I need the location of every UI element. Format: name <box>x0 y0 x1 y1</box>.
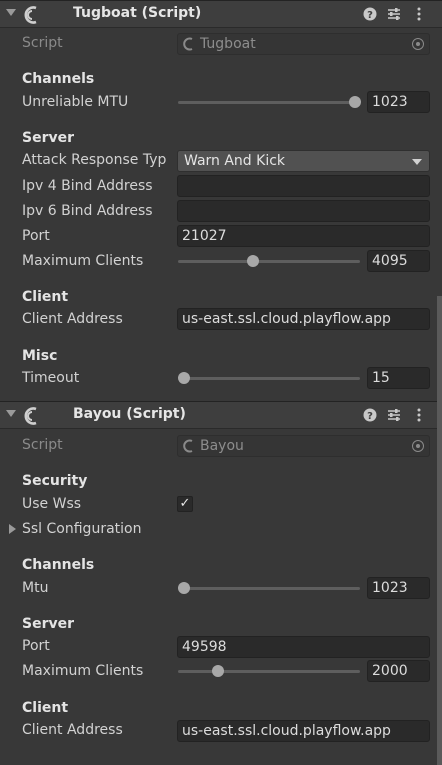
client-address-label: Client Address <box>22 722 123 738</box>
help-icon[interactable]: ? <box>362 407 378 423</box>
maximum-clients-slider-track[interactable] <box>178 670 360 673</box>
client-address-input[interactable]: us-east.ssl.cloud.playflow.app <box>177 308 430 330</box>
maximum-clients-slider-thumb[interactable] <box>247 255 259 267</box>
presets-icon[interactable] <box>386 6 402 22</box>
section-heading-client: Client <box>22 289 69 305</box>
use-wss-label: Use Wss <box>22 496 82 512</box>
ipv4-bind-address-label: Ipv 4 Bind Address <box>22 178 153 194</box>
timeout-label: Timeout <box>22 370 80 386</box>
mtu-slider-track[interactable] <box>178 587 360 590</box>
ssl-configuration-foldout[interactable]: Ssl Configuration <box>22 521 141 537</box>
maximum-clients-label: Maximum Clients <box>22 253 144 269</box>
inspector-scrollbar[interactable] <box>437 296 442 765</box>
component-header-tugboat[interactable]: Tugboat (Script) ? <box>0 0 442 28</box>
svg-text:?: ? <box>367 411 373 422</box>
unreliable-mtu-input[interactable]: 1023 <box>367 91 430 113</box>
script-object-field[interactable]: Tugboat <box>177 33 430 55</box>
attack-response-label: Attack Response Typ <box>22 152 167 168</box>
help-icon[interactable]: ? <box>362 6 378 22</box>
section-heading-server: Server <box>22 130 75 146</box>
use-wss-checkbox[interactable]: ✓ <box>177 496 193 512</box>
section-heading-channels: Channels <box>22 71 95 87</box>
ipv6-bind-address-input[interactable] <box>177 200 430 222</box>
unreliable-mtu-slider-thumb[interactable] <box>349 96 361 108</box>
section-heading-security: Security <box>22 473 88 489</box>
section-heading-misc: Misc <box>22 348 58 364</box>
mtu-input[interactable]: 1023 <box>367 577 430 599</box>
client-address-input[interactable]: us-east.ssl.cloud.playflow.app <box>177 720 430 742</box>
maximum-clients-input[interactable]: 2000 <box>367 660 430 682</box>
timeout-input[interactable]: 15 <box>367 367 430 389</box>
port-input[interactable]: 21027 <box>177 225 430 247</box>
object-picker-icon[interactable] <box>412 38 424 50</box>
script-icon <box>183 37 193 51</box>
script-label: Script <box>22 437 63 453</box>
component-title: Bayou (Script) <box>73 406 186 422</box>
script-icon <box>183 439 193 453</box>
port-label: Port <box>22 638 50 654</box>
port-input[interactable]: 49598 <box>177 636 430 658</box>
foldout-arrow-icon[interactable] <box>6 410 16 417</box>
unreliable-mtu-slider-track[interactable] <box>178 101 356 104</box>
kebab-menu-icon[interactable] <box>411 6 427 22</box>
checkmark-icon: ✓ <box>179 496 191 511</box>
foldout-arrow-icon[interactable] <box>9 524 16 534</box>
maximum-clients-input[interactable]: 4095 <box>367 250 430 272</box>
script-object-field[interactable]: Bayou <box>177 435 430 457</box>
maximum-clients-label: Maximum Clients <box>22 663 144 679</box>
component-logo-icon <box>24 6 37 24</box>
component-header-bayou[interactable]: Bayou (Script) ? <box>0 401 442 429</box>
attack-response-dropdown[interactable]: Warn And Kick <box>177 150 430 172</box>
port-label: Port <box>22 228 50 244</box>
component-title: Tugboat (Script) <box>73 5 202 21</box>
timeout-slider-thumb[interactable] <box>178 372 190 384</box>
component-logo-icon <box>24 407 37 425</box>
timeout-slider-track[interactable] <box>178 377 360 380</box>
unreliable-mtu-label: Unreliable MTU <box>22 94 129 110</box>
kebab-menu-icon[interactable] <box>411 407 427 423</box>
chevron-down-icon <box>412 159 422 165</box>
script-label: Script <box>22 35 63 51</box>
ipv6-bind-address-label: Ipv 6 Bind Address <box>22 203 153 219</box>
ipv4-bind-address-input[interactable] <box>177 175 430 197</box>
mtu-label: Mtu <box>22 580 49 596</box>
maximum-clients-slider-track[interactable] <box>178 260 360 263</box>
maximum-clients-slider-thumb[interactable] <box>212 665 224 677</box>
client-address-label: Client Address <box>22 311 123 327</box>
mtu-slider-thumb[interactable] <box>178 582 190 594</box>
svg-text:?: ? <box>367 10 373 21</box>
presets-icon[interactable] <box>386 407 402 423</box>
section-heading-client: Client <box>22 700 69 716</box>
foldout-arrow-icon[interactable] <box>6 9 16 16</box>
section-heading-channels: Channels <box>22 557 95 573</box>
section-heading-server: Server <box>22 616 75 632</box>
object-picker-icon[interactable] <box>412 440 424 452</box>
